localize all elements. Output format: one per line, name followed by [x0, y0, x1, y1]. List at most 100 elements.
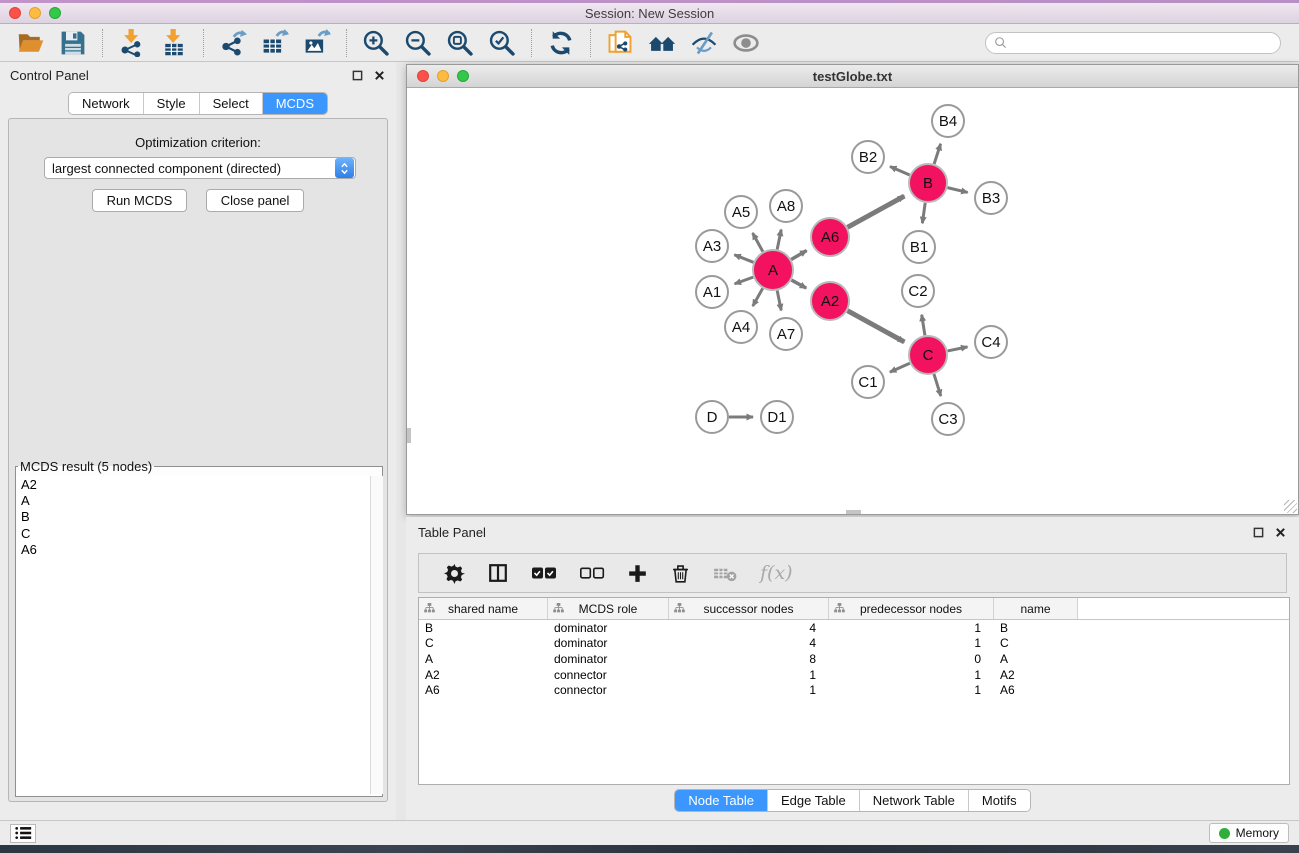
- edge-C-C3[interactable]: [934, 374, 941, 396]
- close-table-panel-icon[interactable]: [1274, 526, 1287, 539]
- network-window-titlebar[interactable]: testGlobe.txt: [407, 65, 1298, 88]
- tab-motifs[interactable]: Motifs: [968, 790, 1030, 811]
- export-table-icon[interactable]: [260, 28, 290, 58]
- table-cell[interactable]: A: [419, 652, 548, 666]
- mcds-result-list[interactable]: A2ABCA6: [17, 476, 370, 794]
- run-mcds-button[interactable]: Run MCDS: [92, 189, 188, 212]
- column-header-name[interactable]: name: [994, 598, 1078, 619]
- table-row[interactable]: Cdominator41C: [419, 636, 1289, 652]
- result-list-scrollbar[interactable]: [370, 476, 383, 794]
- tab-edge-table[interactable]: Edge Table: [767, 790, 859, 811]
- export-image-icon[interactable]: [302, 28, 332, 58]
- zoom-out-icon[interactable]: [403, 28, 433, 58]
- table-cell[interactable]: A6: [994, 683, 1078, 697]
- edge-A-A4[interactable]: [753, 288, 763, 306]
- edge-B-B2[interactable]: [890, 167, 910, 176]
- node-table[interactable]: shared nameMCDS rolesuccessor nodesprede…: [418, 597, 1290, 785]
- mcds-result-item[interactable]: A2: [17, 477, 370, 493]
- tab-node-table[interactable]: Node Table: [675, 790, 767, 811]
- table-row[interactable]: Bdominator41B: [419, 620, 1289, 636]
- table-cell[interactable]: A2: [419, 668, 548, 682]
- split-columns-icon[interactable]: [487, 562, 509, 584]
- table-cell[interactable]: dominator: [548, 621, 669, 635]
- delete-column-icon[interactable]: [670, 563, 691, 584]
- table-cell[interactable]: 0: [829, 652, 994, 666]
- task-history-button[interactable]: [10, 824, 36, 843]
- table-cell[interactable]: 1: [829, 621, 994, 635]
- search-input[interactable]: [1012, 36, 1272, 50]
- home-icon[interactable]: [647, 28, 677, 58]
- table-cell[interactable]: dominator: [548, 652, 669, 666]
- import-network-icon[interactable]: [117, 28, 147, 58]
- table-cell[interactable]: B: [994, 621, 1078, 635]
- close-panel-button[interactable]: Close panel: [206, 189, 305, 212]
- table-cell[interactable]: A6: [419, 683, 548, 697]
- table-cell[interactable]: connector: [548, 668, 669, 682]
- open-folder-icon[interactable]: [16, 28, 46, 58]
- resize-grip[interactable]: [1284, 500, 1297, 513]
- search-box[interactable]: [985, 32, 1281, 54]
- mcds-result-item[interactable]: C: [17, 526, 370, 542]
- mcds-result-item[interactable]: A6: [17, 542, 370, 558]
- clone-network-icon[interactable]: [605, 28, 635, 58]
- edge-A-A2[interactable]: [791, 280, 806, 288]
- edge-B-B4[interactable]: [934, 144, 940, 164]
- column-header-predecessor-nodes[interactable]: predecessor nodes: [829, 598, 994, 619]
- select-all-icon[interactable]: [531, 565, 557, 581]
- edge-A-A5[interactable]: [753, 233, 763, 252]
- edge-C-C2[interactable]: [922, 315, 925, 336]
- table-cell[interactable]: B: [419, 621, 548, 635]
- deselect-all-icon[interactable]: [579, 565, 605, 581]
- hide-eye-icon[interactable]: [689, 28, 719, 58]
- table-row[interactable]: A6connector11A6: [419, 682, 1289, 698]
- refresh-icon[interactable]: [546, 28, 576, 58]
- gear-icon[interactable]: [444, 563, 465, 584]
- table-row[interactable]: Adominator80A: [419, 651, 1289, 667]
- table-cell[interactable]: 1: [829, 683, 994, 697]
- edge-A-A7[interactable]: [777, 291, 781, 311]
- edge-A2-C[interactable]: [848, 311, 905, 342]
- table-cell[interactable]: 8: [669, 652, 829, 666]
- mcds-result-item[interactable]: B: [17, 509, 370, 525]
- tab-mcds[interactable]: MCDS: [262, 93, 327, 114]
- edge-A-A1[interactable]: [735, 277, 754, 284]
- memory-button[interactable]: Memory: [1209, 823, 1289, 843]
- add-column-icon[interactable]: [627, 563, 648, 584]
- canvas-hscroll-mark[interactable]: [846, 510, 861, 514]
- network-graph[interactable]: AA2A6BCA1A3A4A5A7A8B1B2B3B4C1C2C3C4DD1: [407, 88, 1298, 513]
- column-header-MCDS-role[interactable]: MCDS role: [548, 598, 669, 619]
- edge-C-C1[interactable]: [890, 363, 910, 372]
- table-cell[interactable]: connector: [548, 683, 669, 697]
- edge-C-C4[interactable]: [948, 347, 968, 351]
- edge-B-B1[interactable]: [922, 203, 925, 223]
- table-cell[interactable]: A: [994, 652, 1078, 666]
- tab-select[interactable]: Select: [199, 93, 262, 114]
- function-icon[interactable]: f(x): [760, 562, 793, 584]
- column-header-shared-name[interactable]: shared name: [419, 598, 548, 619]
- criterion-dropdown[interactable]: largest connected component (directed): [44, 157, 356, 179]
- table-cell[interactable]: A2: [994, 668, 1078, 682]
- edge-B-B3[interactable]: [947, 188, 967, 193]
- table-cell[interactable]: 4: [669, 636, 829, 650]
- edge-A-A8[interactable]: [777, 230, 781, 250]
- table-cell[interactable]: 1: [829, 668, 994, 682]
- import-table-icon[interactable]: [159, 28, 189, 58]
- tab-network[interactable]: Network: [69, 93, 143, 114]
- edge-A-A6[interactable]: [791, 251, 806, 260]
- mcds-result-item[interactable]: A: [17, 493, 370, 509]
- column-header-successor-nodes[interactable]: successor nodes: [669, 598, 829, 619]
- table-cell[interactable]: 4: [669, 621, 829, 635]
- table-cell[interactable]: 1: [829, 636, 994, 650]
- close-panel-icon[interactable]: [373, 69, 386, 82]
- save-icon[interactable]: [58, 28, 88, 58]
- float-table-panel-icon[interactable]: [1252, 526, 1265, 539]
- tab-network-table[interactable]: Network Table: [859, 790, 968, 811]
- tab-style[interactable]: Style: [143, 93, 199, 114]
- edge-A-A3[interactable]: [734, 255, 753, 263]
- table-cell[interactable]: 1: [669, 668, 829, 682]
- delete-table-icon[interactable]: [713, 564, 738, 583]
- zoom-fit-icon[interactable]: [445, 28, 475, 58]
- edge-A6-B[interactable]: [848, 196, 905, 227]
- table-cell[interactable]: C: [994, 636, 1078, 650]
- table-cell[interactable]: 1: [669, 683, 829, 697]
